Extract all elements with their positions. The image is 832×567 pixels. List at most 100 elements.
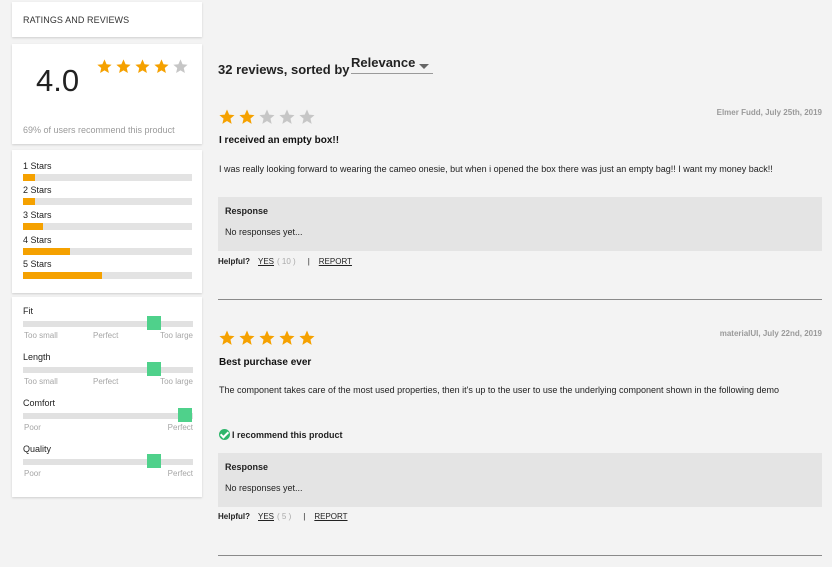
tick-low: Poor [24,423,41,432]
characteristics-card: Fit Too small Perfect Too large Length T… [12,297,202,497]
slider-thumb [177,408,192,422]
comfort-slider: Comfort Poor Perfect [23,398,193,435]
slider-ticks: Too small Perfect Too large [23,331,193,343]
rating-bar-track [23,198,192,205]
slider-track [23,454,193,468]
review-body: I was really looking forward to wearing … [219,164,773,174]
report-link[interactable]: REPORT [319,257,352,266]
star-icon [173,59,188,74]
helpful-label: Helpful? [218,257,250,266]
report-link[interactable]: REPORT [314,512,347,521]
response-box: Response No responses yet... [218,453,822,507]
star-icon [279,330,295,345]
ratings-header-card: RATINGS AND REVIEWS [12,2,202,37]
average-stars [96,58,189,75]
rating-bar-label: 5 Stars [23,259,52,269]
helpful-row: Helpful? YES ( 10 ) | REPORT [218,257,352,266]
review-title: I received an empty box!! [219,135,340,146]
tick-high: Perfect [167,423,193,432]
rating-bar-label: 4 Stars [23,235,52,245]
slider-track [23,362,193,376]
ratings-title: RATINGS AND REVIEWS [23,15,130,25]
star-icon [135,59,150,74]
check-circle-icon [219,429,230,440]
review-divider [218,555,822,556]
separator: | [303,512,306,521]
sort-dropdown[interactable]: Relevance [351,55,433,74]
star-icon [279,109,295,124]
helpful-count: ( 10 ) [277,257,296,266]
rating-bar-5[interactable]: 5 Stars [23,259,192,279]
length-slider: Length Too small Perfect Too large [23,352,193,389]
tick-mid: Perfect [93,331,119,340]
response-heading: Response [225,462,269,472]
star-icon [116,59,131,74]
slider-ticks: Poor Perfect [23,423,193,435]
rating-bar-label: 2 Stars [23,185,52,195]
slider-thumb [146,454,161,468]
slider-track [23,408,193,422]
star-icon [299,330,315,345]
slider-thumb [146,362,161,376]
rating-bar-label: 3 Stars [23,210,52,220]
helpful-yes-link[interactable]: YES [258,512,274,521]
review-author-date: Elmer Fudd, July 25th, 2019 [716,108,822,117]
rating-bar-fill [23,223,44,230]
slider-label: Length [23,352,51,362]
separator: | [307,257,310,266]
rating-bar-2[interactable]: 2 Stars [23,185,192,205]
rating-bar-fill [23,272,103,279]
rating-bar-fill [23,174,35,181]
average-rating: 4.0 [36,63,80,98]
star-icon [97,59,112,74]
tick-low: Poor [24,469,41,478]
rating-bar-3[interactable]: 3 Stars [23,210,192,230]
sort-value: Relevance [351,55,416,70]
rating-bar-label: 1 Stars [23,161,52,171]
review-body: The component takes care of the most use… [219,385,780,395]
slider-label: Quality [23,444,52,454]
helpful-count: ( 5 ) [277,512,292,521]
response-heading: Response [225,206,269,216]
slider-ticks: Poor Perfect [23,469,193,481]
rating-breakdown-card: 1 Stars 2 Stars 3 Stars 4 Stars 5 Stars [12,150,202,293]
slider-label: Fit [23,306,33,316]
reviews-count-summary: 32 reviews, sorted by [218,62,350,77]
quality-slider: Quality Poor Perfect [23,444,193,481]
tick-low: Too small [24,331,58,340]
star-icon [259,109,275,124]
tick-high: Perfect [167,469,193,478]
chevron-down-icon [419,64,429,69]
rating-bar-track [23,174,192,181]
review-card: materialUI, July 22nd, 2019 Best purchas… [218,329,822,529]
helpful-row: Helpful? YES ( 5 ) | REPORT [218,512,348,521]
rating-summary-card: 4.0 69% of users recommend this product [12,44,202,144]
response-box: Response No responses yet... [218,197,822,251]
tick-high: Too large [160,377,193,386]
helpful-yes-link[interactable]: YES [258,257,274,266]
review-title: Best purchase ever [219,357,312,368]
rating-bar-track [23,248,192,255]
slider-thumb [146,316,161,330]
rating-bar-track [23,223,192,230]
slider-label: Comfort [23,398,56,408]
slider-ticks: Too small Perfect Too large [23,377,193,389]
star-icon [219,330,235,345]
star-icon [239,330,255,345]
star-icon [299,109,315,124]
helpful-label: Helpful? [218,512,250,521]
rating-bar-fill [23,248,71,255]
star-icon [259,330,275,345]
rating-bar-fill [23,198,35,205]
recommend-badge: I recommend this product [219,429,343,440]
response-text: No responses yet... [225,227,303,237]
rating-bar-4[interactable]: 4 Stars [23,235,192,255]
fit-slider: Fit Too small Perfect Too large [23,306,193,343]
review-author-date: materialUI, July 22nd, 2019 [719,329,822,338]
recommend-text: I recommend this product [232,429,343,440]
tick-high: Too large [160,331,193,340]
recommend-percentage: 69% of users recommend this product [23,125,175,135]
response-text: No responses yet... [225,483,303,493]
star-icon [239,109,255,124]
rating-bar-1[interactable]: 1 Stars [23,161,192,181]
